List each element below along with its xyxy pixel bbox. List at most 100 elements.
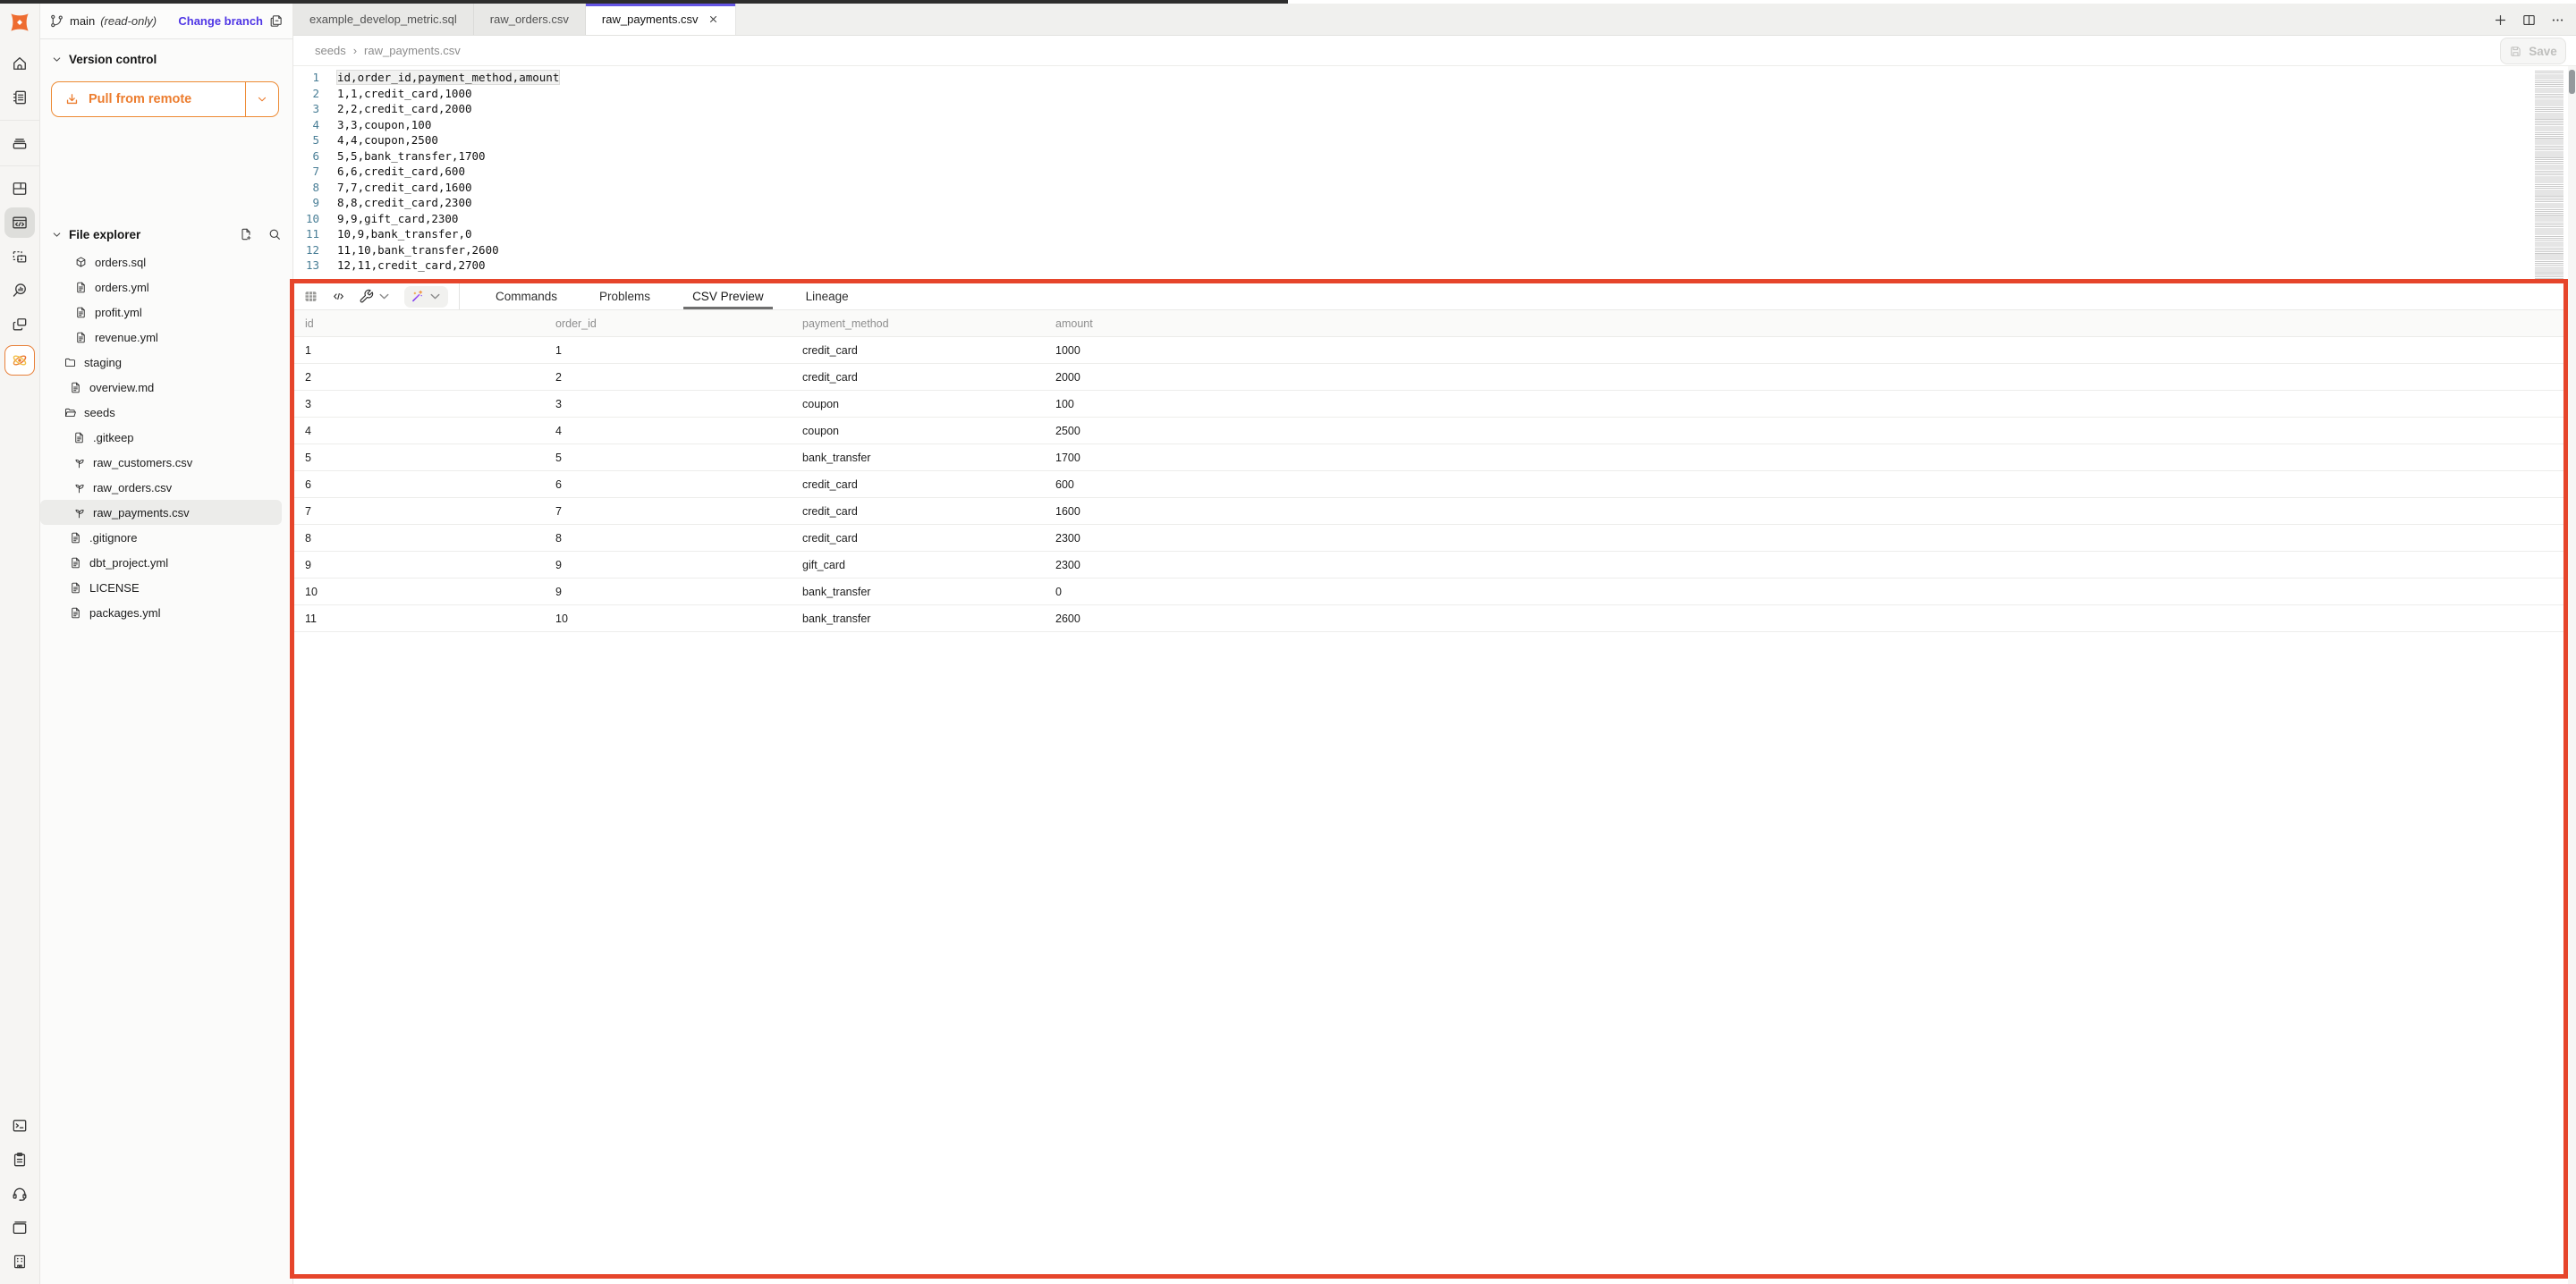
tab-csv-preview[interactable]: CSV Preview: [691, 283, 766, 309]
table-row[interactable]: 77credit_card1600: [294, 498, 2563, 525]
version-control-section-header[interactable]: Version control: [40, 47, 292, 71]
table-cell: credit_card: [792, 532, 1045, 545]
code-line[interactable]: 7,7,credit_card,1600: [337, 180, 2576, 196]
table-cell: 2: [294, 371, 545, 384]
more-options-icon[interactable]: [2550, 13, 2565, 28]
frame-icon[interactable]: [4, 241, 35, 272]
file-icon: [69, 606, 82, 620]
line-number: 1: [293, 70, 323, 86]
file-item-gitignore[interactable]: .gitignore: [40, 525, 282, 550]
close-icon[interactable]: [708, 13, 719, 25]
code-line[interactable]: 10,9,bank_transfer,0: [337, 226, 2576, 242]
table-cell: 2300: [1045, 559, 2563, 571]
atom-icon[interactable]: [4, 345, 35, 376]
dbt-logo[interactable]: [4, 7, 35, 38]
copy-icon[interactable]: [268, 13, 284, 29]
split-editor-icon[interactable]: [2521, 13, 2537, 28]
table-cell: 9: [545, 559, 792, 571]
scrollbar-thumb[interactable]: [2569, 70, 2575, 94]
save-button[interactable]: Save: [2500, 38, 2566, 64]
tab-raw-orders-csv[interactable]: raw_orders.csv: [474, 4, 586, 35]
table-cell: 8: [545, 532, 792, 545]
wrench-icon[interactable]: [359, 289, 392, 304]
table-row[interactable]: 109bank_transfer0: [294, 579, 2563, 605]
journal-icon[interactable]: [4, 82, 35, 113]
tab-label: example_develop_metric.sql: [309, 13, 457, 26]
headset-icon[interactable]: [4, 1178, 35, 1209]
file-item-gitkeep[interactable]: .gitkeep: [40, 425, 282, 450]
file-explorer-section-header[interactable]: File explorer: [40, 223, 292, 246]
minimap[interactable]: [2535, 71, 2563, 283]
dashboard-icon[interactable]: [4, 173, 35, 204]
file-item-dbt-project-yml[interactable]: dbt_project.yml: [40, 550, 282, 575]
code-line[interactable]: 9,9,gift_card,2300: [337, 211, 2576, 227]
file-label: .gitignore: [89, 531, 137, 545]
file-item-license[interactable]: LICENSE: [40, 575, 282, 600]
change-branch-link[interactable]: Change branch: [178, 14, 263, 28]
file-item-overview-md[interactable]: overview.md: [40, 375, 282, 400]
table-row[interactable]: 1110bank_transfer2600: [294, 605, 2563, 632]
new-tab-icon[interactable]: [2493, 13, 2508, 28]
file-item-revenue-yml[interactable]: revenue.yml: [40, 325, 282, 350]
table-row[interactable]: 44coupon2500: [294, 418, 2563, 444]
code-line[interactable]: 4,4,coupon,2500: [337, 132, 2576, 148]
table-row[interactable]: 88credit_card2300: [294, 525, 2563, 552]
code-line[interactable]: 11,10,bank_transfer,2600: [337, 242, 2576, 258]
tab-example-develop-metric-sql[interactable]: example_develop_metric.sql: [293, 4, 474, 35]
home-icon[interactable]: [4, 48, 35, 79]
editor-scrollbar[interactable]: [2568, 66, 2576, 1284]
code-line[interactable]: 6,6,credit_card,600: [337, 164, 2576, 180]
file-label: revenue.yml: [95, 331, 158, 344]
sidebar: main (read-only) Change branch Version c…: [40, 4, 293, 1284]
window-top-edge: [0, 0, 1288, 4]
table-row[interactable]: 66credit_card600: [294, 471, 2563, 498]
code-line[interactable]: 1,1,credit_card,1000: [337, 86, 2576, 102]
windows-icon[interactable]: [4, 309, 35, 340]
git-branch-icon: [49, 13, 64, 29]
tab-raw-payments-csv[interactable]: raw_payments.csv: [586, 4, 736, 35]
file-item-raw-orders-csv[interactable]: raw_orders.csv: [40, 475, 282, 500]
code-line[interactable]: 12,11,credit_card,2700: [337, 258, 2576, 274]
table-row[interactable]: 33coupon100: [294, 391, 2563, 418]
search-icon[interactable]: [267, 227, 282, 241]
code-tag-icon[interactable]: [331, 289, 346, 304]
table-cell: 9: [545, 586, 792, 598]
code-line[interactable]: id,order_id,payment_method,amount: [337, 70, 2576, 86]
pull-from-remote-main[interactable]: Pull from remote: [52, 82, 245, 116]
file-item-orders-sql[interactable]: orders.sql: [40, 249, 282, 275]
table-cell: credit_card: [792, 344, 1045, 357]
tab-lineage[interactable]: Lineage: [804, 283, 851, 309]
new-file-icon[interactable]: [239, 227, 253, 241]
table-row[interactable]: 99gift_card2300: [294, 552, 2563, 579]
folder-item-seeds[interactable]: seeds: [40, 400, 282, 425]
branch-name: main: [70, 14, 95, 28]
docs-icon[interactable]: [4, 1212, 35, 1243]
file-item-raw-customers-csv[interactable]: raw_customers.csv: [40, 450, 282, 475]
query-analysis-icon[interactable]: [4, 275, 35, 306]
file-item-raw-payments-csv[interactable]: raw_payments.csv: [40, 500, 282, 525]
file-item-profit-yml[interactable]: profit.yml: [40, 300, 282, 325]
chevron-down-icon: [51, 54, 63, 65]
tab-problems[interactable]: Problems: [597, 283, 652, 309]
clipboard-icon[interactable]: [4, 1145, 35, 1175]
folder-item-staging[interactable]: staging: [40, 350, 282, 375]
pull-options-dropdown[interactable]: [245, 82, 278, 116]
code-editor-icon[interactable]: [4, 207, 35, 238]
seed-icon: [72, 456, 86, 469]
code-line[interactable]: 8,8,credit_card,2300: [337, 195, 2576, 211]
file-item-packages-yml[interactable]: packages.yml: [40, 600, 282, 625]
code-line[interactable]: 2,2,credit_card,2000: [337, 101, 2576, 117]
table-row[interactable]: 11credit_card1000: [294, 337, 2563, 364]
table-icon[interactable]: [303, 289, 318, 304]
code-line[interactable]: 5,5,bank_transfer,1700: [337, 148, 2576, 165]
chevron-down-icon: [51, 229, 63, 241]
stack-icon[interactable]: [4, 128, 35, 158]
code-line[interactable]: 3,3,coupon,100: [337, 117, 2576, 133]
tab-commands[interactable]: Commands: [494, 283, 559, 309]
magic-wand-icon[interactable]: [404, 286, 448, 308]
file-item-orders-yml[interactable]: orders.yml: [40, 275, 282, 300]
table-row[interactable]: 22credit_card2000: [294, 364, 2563, 391]
terminal-icon[interactable]: [4, 1111, 35, 1141]
organization-icon[interactable]: [4, 1246, 35, 1277]
table-row[interactable]: 55bank_transfer1700: [294, 444, 2563, 471]
